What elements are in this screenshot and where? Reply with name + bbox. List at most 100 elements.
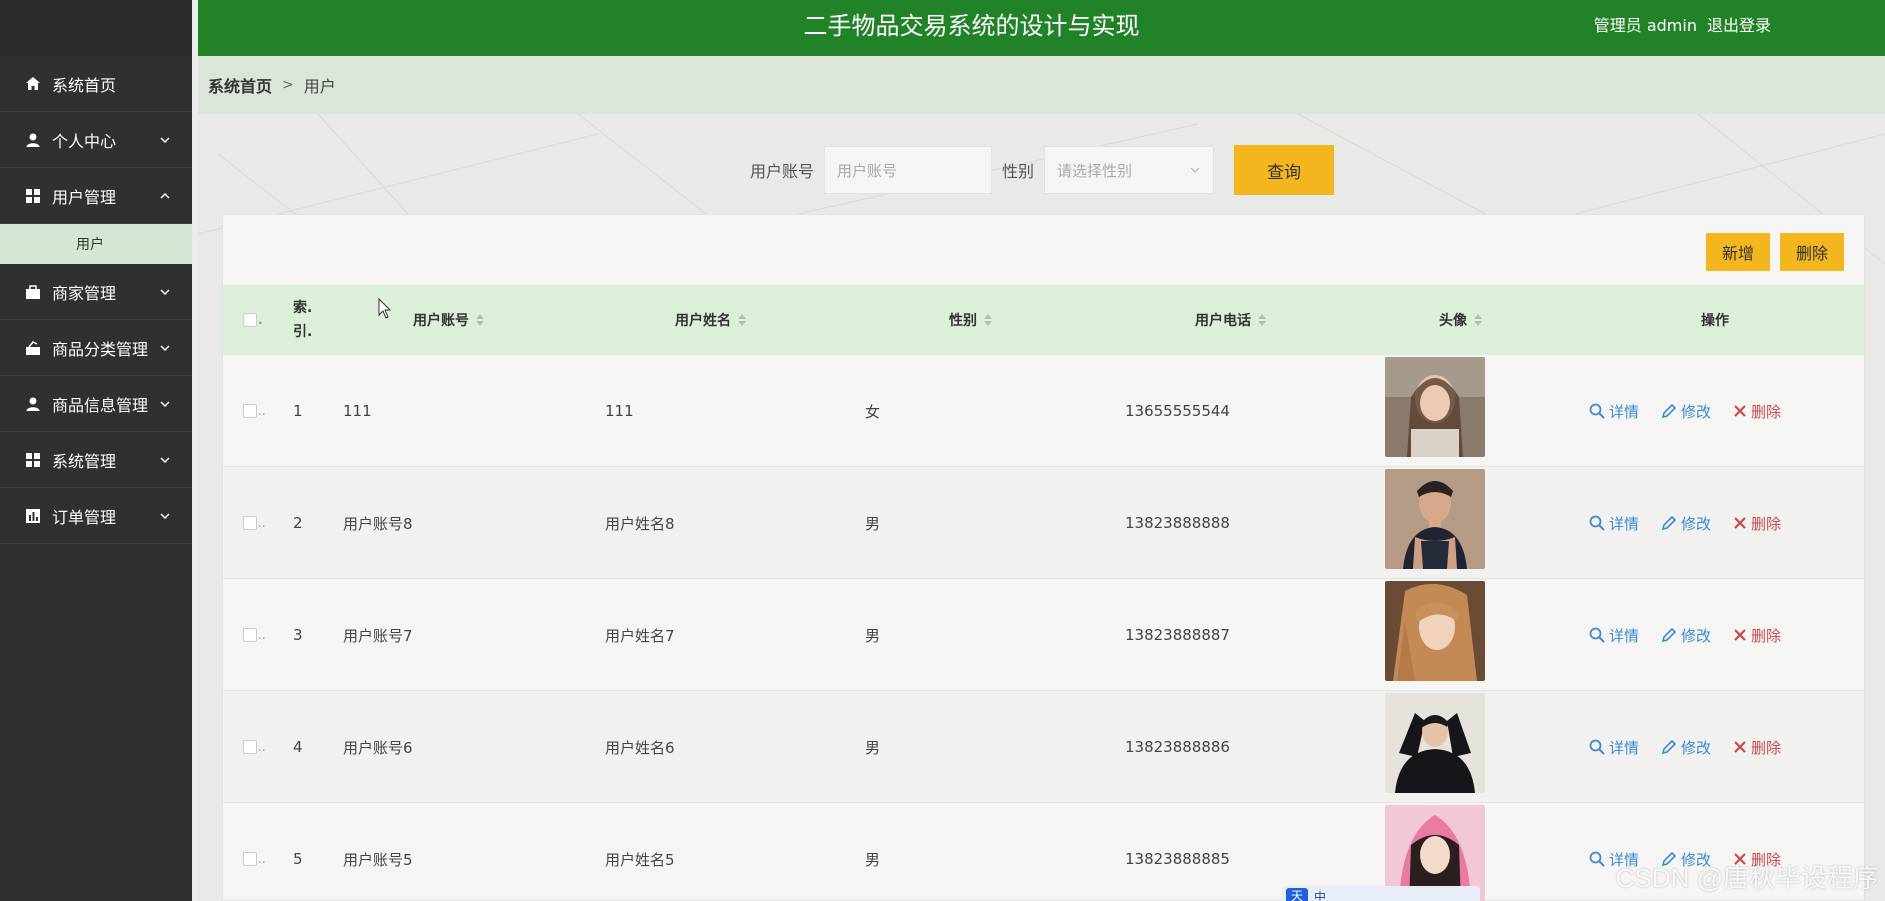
cell-index: 2 [293,514,303,532]
close-icon [1734,629,1746,641]
search-icon [1589,627,1605,643]
sidebar-item-orders[interactable]: 订单管理 [0,488,192,544]
header-phone[interactable]: 用户电话 [1195,285,1267,355]
ime-toolbar: 天 中 [1282,886,1480,901]
sidebar-item-label: 用户管理 [52,187,117,207]
table-row: .. 1 111 111 女 13655555544 详情 修改 删除 [223,355,1864,467]
cell-account: 111 [343,402,372,420]
header-gender[interactable]: 性别 [949,285,993,355]
sidebar-item-label: 商品信息管理 [52,395,149,415]
gender-select[interactable]: 请选择性别 [1044,146,1215,194]
header-avatar-label: 头像 [1439,313,1467,329]
row-checkbox[interactable] [243,404,257,418]
header-name-label: 用户姓名 [675,313,731,329]
cell-account: 用户账号6 [343,738,413,757]
cell-index: 5 [293,850,303,868]
select-all-checkbox[interactable] [243,313,257,327]
pencil-icon [1661,739,1677,755]
chevron-down-icon [160,456,170,463]
sort-icon [1474,314,1482,326]
detail-button[interactable]: 详情 [1589,513,1639,534]
category-icon [24,339,42,357]
header-name[interactable]: 用户姓名 [675,285,747,355]
header-account-label: 用户账号 [413,313,469,329]
sidebar-item-label: 商家管理 [52,283,117,303]
chevron-up-icon [160,192,170,199]
sidebar: 系统首页 个人中心 用户管理 用户 商家管理 商品分类管理 商品信息管理 系统管… [0,0,192,901]
batch-delete-button[interactable]: 删除 [1779,233,1844,271]
row-checkbox[interactable] [243,516,257,530]
delete-button[interactable]: 删除 [1733,625,1781,646]
query-button[interactable]: 查询 [1234,145,1335,195]
edit-button[interactable]: 修改 [1661,513,1711,534]
sidebar-subitem-user[interactable]: 用户 [0,224,192,264]
table-panel: 新增 删除 . 索.引. 用户账号 用户姓名 性别 用户电话 头像 操作 .. … [222,214,1865,901]
sidebar-item-label: 订单管理 [52,507,117,527]
avatar [1385,357,1485,457]
sidebar-item-users[interactable]: 用户管理 [0,168,192,224]
gender-select-placeholder: 请选择性别 [1057,161,1133,180]
search-icon [1589,515,1605,531]
sort-icon [1258,314,1266,326]
ime-mode[interactable]: 中 [1314,888,1326,901]
breadcrumb: 系统首页 > 用户 [198,56,1885,114]
breadcrumb-home[interactable]: 系统首页 [208,73,272,97]
header-avatar[interactable]: 头像 [1439,285,1483,355]
sidebar-item-home[interactable]: 系统首页 [0,56,192,112]
sidebar-item-products[interactable]: 商品信息管理 [0,376,192,432]
sidebar-logo-area [0,0,192,56]
grid-icon [24,187,42,205]
detail-button[interactable]: 详情 [1589,625,1639,646]
edit-button[interactable]: 修改 [1661,737,1711,758]
table-header: . 索.引. 用户账号 用户姓名 性别 用户电话 头像 操作 [223,285,1864,355]
edit-button[interactable]: 修改 [1661,401,1711,422]
close-icon [1734,517,1746,529]
top-header: 二手物品交易系统的设计与实现 管理员 admin 退出登录 [198,0,1885,56]
select-all-cell: . [243,285,263,355]
cell-phone: 13823888885 [1125,850,1230,868]
table-row: .. 4 用户账号6 用户姓名6 男 13823888886 详情 修改 删除 [223,691,1864,803]
delete-button[interactable]: 删除 [1733,513,1781,534]
header-gender-label: 性别 [949,313,977,329]
add-button[interactable]: 新增 [1705,233,1770,271]
search-icon [1589,403,1605,419]
home-icon [24,75,42,93]
row-checkbox[interactable] [243,740,257,754]
cell-account: 用户账号7 [343,626,413,645]
close-icon [1734,741,1746,753]
edit-button[interactable]: 修改 [1661,625,1711,646]
search-icon [1589,851,1605,867]
row-ops: 详情 修改 删除 [1589,579,1781,691]
cell-gender: 男 [865,626,881,645]
header-ops-label: 操作 [1701,313,1729,329]
cell-name: 用户姓名8 [605,514,675,533]
chevron-down-icon [160,400,170,407]
table-row: .. 2 用户账号8 用户姓名8 男 13823888888 详情 修改 删除 [223,467,1864,579]
detail-button[interactable]: 详情 [1589,737,1639,758]
avatar [1385,581,1485,681]
delete-button[interactable]: 删除 [1733,737,1781,758]
delete-button[interactable]: 删除 [1733,401,1781,422]
sidebar-item-label: 系统首页 [52,75,117,95]
close-icon [1734,405,1746,417]
header-phone-label: 用户电话 [1195,313,1251,329]
sidebar-item-system[interactable]: 系统管理 [0,432,192,488]
sort-icon [738,314,746,326]
row-checkbox[interactable] [243,628,257,642]
cell-index: 3 [293,626,303,644]
row-checkbox[interactable] [243,852,257,866]
detail-button[interactable]: 详情 [1589,401,1639,422]
account-search-input[interactable]: 用户账号 [824,146,993,194]
logout-link[interactable]: 退出登录 [1707,12,1771,36]
sidebar-item-personal[interactable]: 个人中心 [0,112,192,168]
user-area: 管理员 admin 退出登录 [1594,12,1771,36]
header-account[interactable]: 用户账号 [413,285,485,355]
cell-name: 用户姓名6 [605,738,675,757]
chart-icon [24,507,42,525]
cell-gender: 男 [865,514,881,533]
sort-icon [984,314,992,326]
chevron-down-icon [160,136,170,143]
cell-index: 1 [293,402,303,420]
sidebar-item-merchants[interactable]: 商家管理 [0,264,192,320]
sidebar-item-categories[interactable]: 商品分类管理 [0,320,192,376]
